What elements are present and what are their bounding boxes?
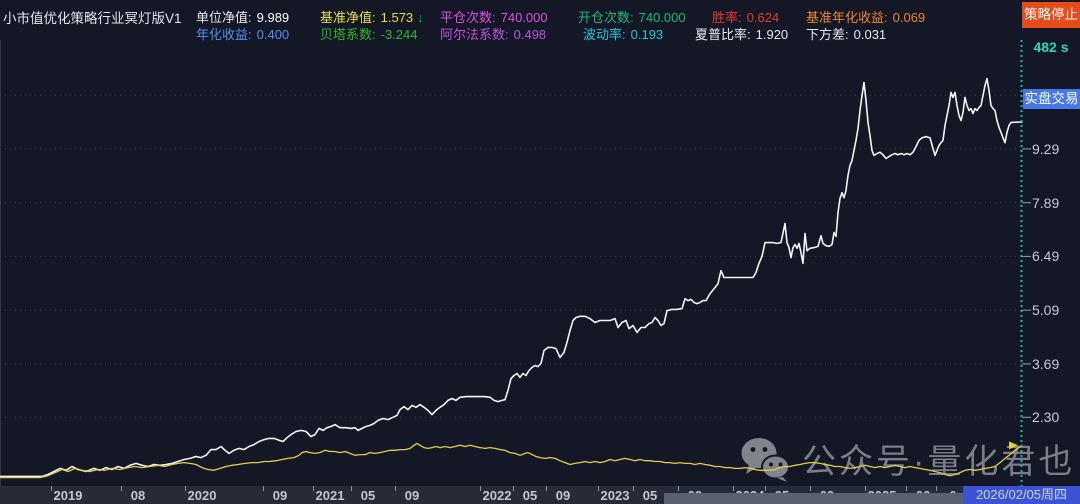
x-tick <box>351 486 352 491</box>
x-tick-label: 05 <box>642 488 658 503</box>
strategy-chart-window: 小市值优化策略行业冥灯版V1 单位净值: 9.989 基准净值: 1.573 ↓ 平仓… <box>0 0 1080 504</box>
refresh-timer: 482 s <box>1033 39 1069 55</box>
stat-label: 平仓次数: <box>440 10 496 25</box>
current-date-badge: 2026/02/05周四 <box>963 486 1080 504</box>
y-tick-label: 7.89 <box>1032 194 1060 211</box>
x-tick-label: 2021 <box>315 488 345 503</box>
x-tick <box>185 486 186 491</box>
x-tick-label: 05 <box>360 488 376 503</box>
x-tick-label: 2019 <box>53 488 83 503</box>
x-tick <box>263 486 264 491</box>
x-tick <box>936 486 937 491</box>
x-tick-label: 2022 <box>482 488 512 503</box>
x-tick-label: 05 <box>522 488 538 503</box>
x-tick <box>765 486 766 491</box>
x-tick <box>51 486 52 491</box>
stat-value: 740.000 <box>638 10 686 25</box>
stat-value: 0.624 <box>746 10 780 25</box>
time-axis-bar: 2019082020092021050920220509202305092024… <box>0 486 1080 504</box>
x-tick <box>633 486 634 491</box>
stat-value: 9.989 <box>256 10 290 25</box>
x-tick <box>480 486 481 491</box>
strategy-stop-button[interactable]: 策略停止 <box>1022 2 1080 28</box>
x-tick <box>678 486 679 491</box>
benchmark-end-marker <box>1009 441 1018 450</box>
x-tick <box>313 486 314 491</box>
time-scrollbar-thumb[interactable] <box>664 493 963 504</box>
y-tick-label: 3.69 <box>1032 355 1060 372</box>
x-tick-label: 2020 <box>187 488 217 503</box>
live-trading-badge[interactable]: 实盘交易 <box>1023 89 1080 109</box>
x-tick-label: 09 <box>272 488 288 503</box>
x-tick <box>546 486 547 491</box>
y-tick-label: 2.30 <box>1032 409 1060 426</box>
x-tick <box>395 486 396 491</box>
stat-label: 胜率: <box>712 10 742 25</box>
x-tick <box>810 486 811 491</box>
equity-curve-chart[interactable] <box>0 40 1080 486</box>
benchmark-line <box>0 442 1023 479</box>
stat-label: 开仓次数: <box>578 10 634 25</box>
stat-label: 基准净值: <box>320 10 376 25</box>
x-tick <box>906 486 907 491</box>
x-tick <box>598 486 599 491</box>
y-tick-label: 6.49 <box>1032 248 1060 265</box>
x-tick <box>513 486 514 491</box>
x-tick-label: 09 <box>404 488 420 503</box>
strategy-title: 小市值优化策略行业冥灯版V1 <box>3 11 182 26</box>
strategy-line <box>0 77 1023 478</box>
x-tick-label: 09 <box>555 488 571 503</box>
stat-label: 单位净值: <box>196 10 252 25</box>
stat-label: 基准年化收益: <box>806 10 888 25</box>
x-tick <box>121 486 122 491</box>
x-tick <box>865 486 866 491</box>
stat-value: 740.000 <box>500 10 548 25</box>
y-tick-label: 9.29 <box>1032 140 1060 157</box>
x-tick <box>733 486 734 491</box>
down-arrow-icon: ↓ <box>417 10 424 25</box>
x-tick-label: 08 <box>130 488 146 503</box>
stat-value: 1.573 <box>380 10 414 25</box>
stat-value: 0.069 <box>892 10 926 25</box>
y-tick-label: 5.09 <box>1032 302 1060 319</box>
x-tick-label: 2023 <box>600 488 630 503</box>
